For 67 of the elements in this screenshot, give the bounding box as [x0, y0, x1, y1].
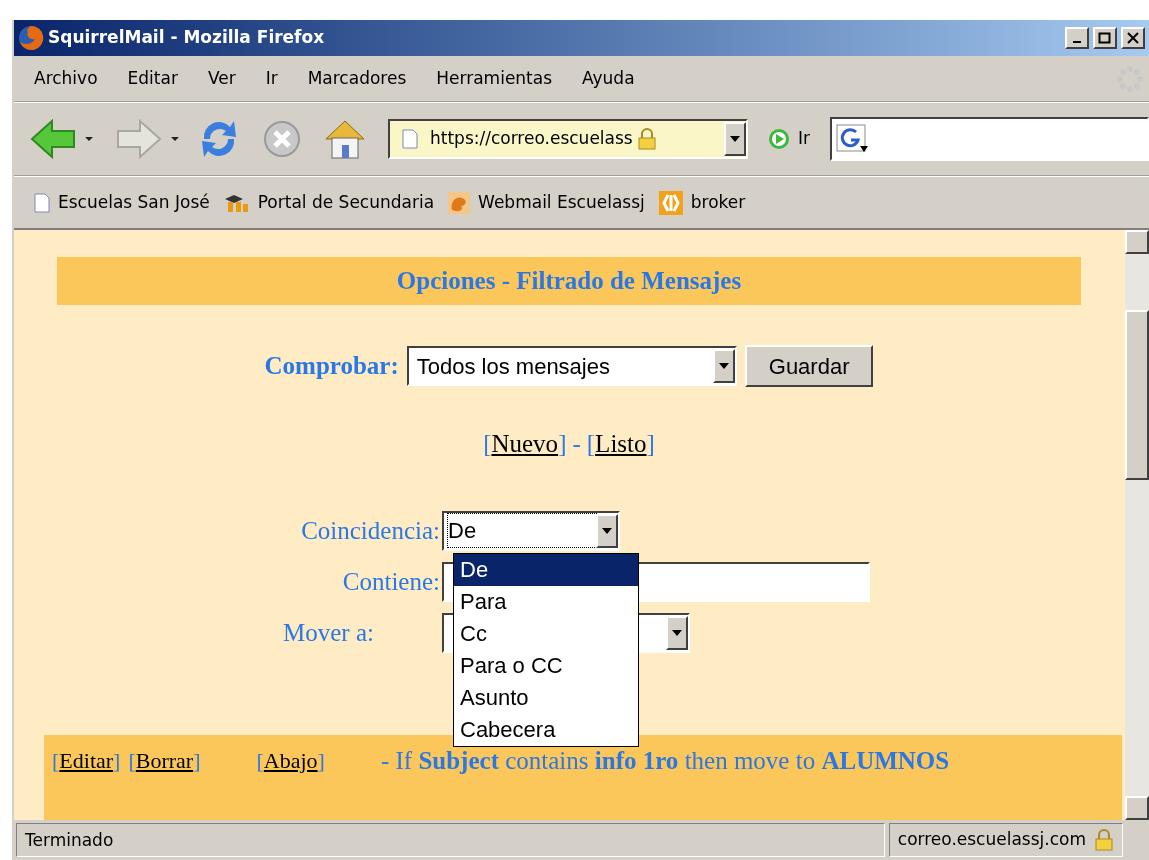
firefox-icon — [18, 25, 44, 51]
address-field[interactable]: https://correo.escuelass — [388, 119, 748, 159]
bracket-text: ] — [646, 429, 655, 459]
bookmark-link[interactable]: broker — [690, 189, 746, 216]
check-select[interactable]: Todos los mensajes — [406, 346, 737, 386]
action-link[interactable]: Abajo — [263, 744, 318, 777]
contains-label: Contiene: — [341, 566, 441, 597]
menu-item[interactable]: Ayuda — [582, 65, 635, 92]
dropdown-option[interactable]: Cabecera — [454, 713, 638, 746]
status-host: correo.escuelassj.com — [897, 828, 1086, 852]
match-label: Coincidencia: — [300, 515, 441, 546]
bracket-text: [ — [128, 747, 136, 775]
search-engine-icon — [836, 124, 870, 154]
dropdown-option[interactable]: Para o CC — [454, 649, 638, 682]
bracket-text: [ — [586, 429, 596, 459]
save-button[interactable]: Guardar — [744, 345, 874, 387]
bracket-text: ] — [193, 747, 201, 775]
go-button[interactable]: Ir — [798, 126, 810, 152]
page-icon — [402, 129, 418, 149]
action-link[interactable]: Nuevo — [491, 425, 559, 463]
lock-icon — [1094, 829, 1114, 851]
back-arrow-icon[interactable] — [30, 119, 76, 159]
brackets-icon — [658, 190, 683, 215]
bracket-text: [ — [256, 747, 264, 775]
graduation-cap-icon — [223, 192, 250, 213]
minimize-button[interactable] — [1065, 27, 1089, 49]
bookmark-link[interactable]: Webmail Escuelassj — [478, 189, 645, 216]
action-link[interactable]: Editar — [59, 744, 114, 777]
page-heading: Opciones - Filtrado de Mensajes — [57, 257, 1081, 305]
maximize-icon — [1098, 32, 1112, 44]
dropdown-option[interactable]: Asunto — [454, 681, 638, 714]
separator-text: - — [572, 429, 581, 459]
maximize-button[interactable] — [1093, 27, 1117, 49]
bracket-text: ] — [317, 747, 325, 775]
bracket-text: [ — [52, 747, 60, 775]
dropdown-option[interactable]: De — [454, 553, 638, 586]
bracket-text: ] — [558, 429, 567, 459]
go-icon[interactable] — [768, 128, 790, 150]
menu-item[interactable]: Editar — [127, 65, 178, 92]
squirrel-icon — [448, 191, 471, 214]
menu-item[interactable]: Archivo — [34, 65, 98, 92]
caret-icon[interactable] — [170, 136, 180, 142]
close-button[interactable] — [1121, 27, 1145, 49]
dropdown-option[interactable]: Para — [454, 585, 638, 618]
url-text: https://correo.escuelass — [430, 127, 633, 151]
minimize-icon — [1073, 41, 1081, 43]
bookmark-link[interactable]: Portal de Secundaria — [257, 189, 435, 216]
filter-rule: - If Subject contains info 1ro then move to ALUMNOS — [380, 745, 950, 776]
caret-icon[interactable] — [84, 136, 94, 142]
menu-item[interactable]: Ver — [207, 65, 236, 92]
match-select[interactable]: De — [442, 510, 620, 551]
bracket-text: [ — [483, 429, 492, 459]
menu-item[interactable]: Ir — [265, 65, 278, 92]
menu-item[interactable]: Marcadores — [307, 65, 407, 92]
stop-icon[interactable] — [262, 119, 302, 159]
status-text: Terminado — [16, 823, 885, 857]
close-icon — [1126, 32, 1140, 44]
page-icon — [34, 192, 50, 213]
check-label: Comprobar: — [264, 351, 399, 382]
bracket-text: ] — [113, 747, 121, 775]
dropdown-option[interactable]: Cc — [454, 617, 638, 650]
bookmark-link[interactable]: Escuelas San José — [58, 189, 210, 216]
lock-icon — [636, 128, 657, 150]
window-title: SquirrelMail - Mozilla Firefox — [48, 26, 325, 50]
action-link[interactable]: Listo — [595, 425, 647, 463]
move-label: Mover a: — [282, 617, 375, 648]
menu-item[interactable]: Herramientas — [436, 65, 553, 92]
